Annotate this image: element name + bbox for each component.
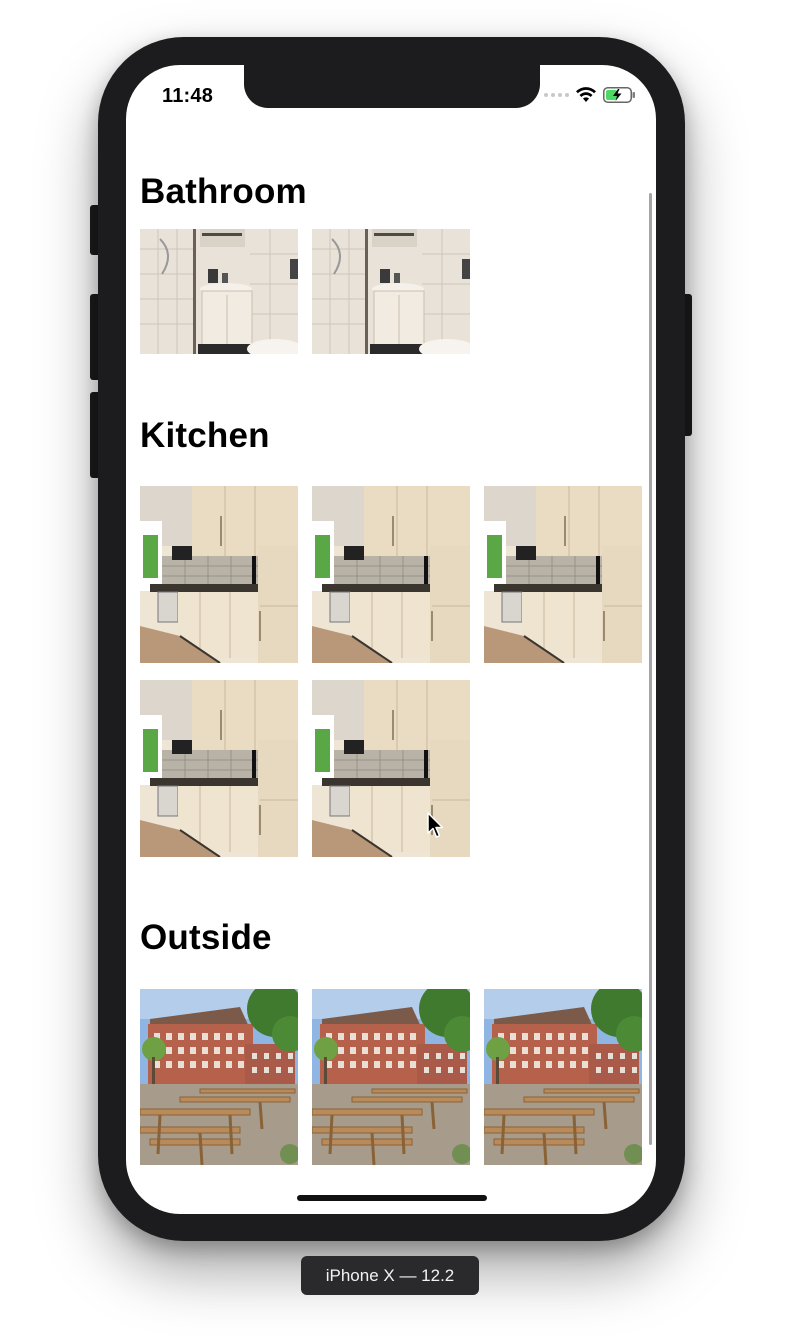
simulator-device-label: iPhone X — 12.2 [301,1256,479,1295]
outside-photo[interactable] [140,989,298,1165]
bathroom-photo[interactable] [312,229,470,354]
wifi-icon [575,87,597,103]
notch [244,65,540,108]
cellular-signal-icon [544,93,569,97]
status-icons [544,87,636,103]
scroll-indicator[interactable] [649,193,652,1145]
kitchen-photo[interactable] [312,486,470,663]
battery-charging-icon [603,87,636,103]
status-time: 11:48 [162,85,214,107]
outside-photo[interactable] [484,989,642,1165]
app-screen: 11:48 Bathroom Kitchen Outside [126,65,656,1214]
kitchen-photo[interactable] [140,486,298,663]
kitchen-photo[interactable] [484,486,642,663]
kitchen-photo[interactable] [312,680,470,857]
mouse-pointer-icon [427,812,444,838]
home-indicator[interactable] [297,1195,487,1201]
section-title-kitchen: Kitchen [140,416,270,455]
section-title-bathroom: Bathroom [140,172,307,211]
bathroom-photo[interactable] [140,229,298,354]
section-title-outside: Outside [140,918,272,957]
kitchen-photo[interactable] [140,680,298,857]
outside-photo[interactable] [312,989,470,1165]
